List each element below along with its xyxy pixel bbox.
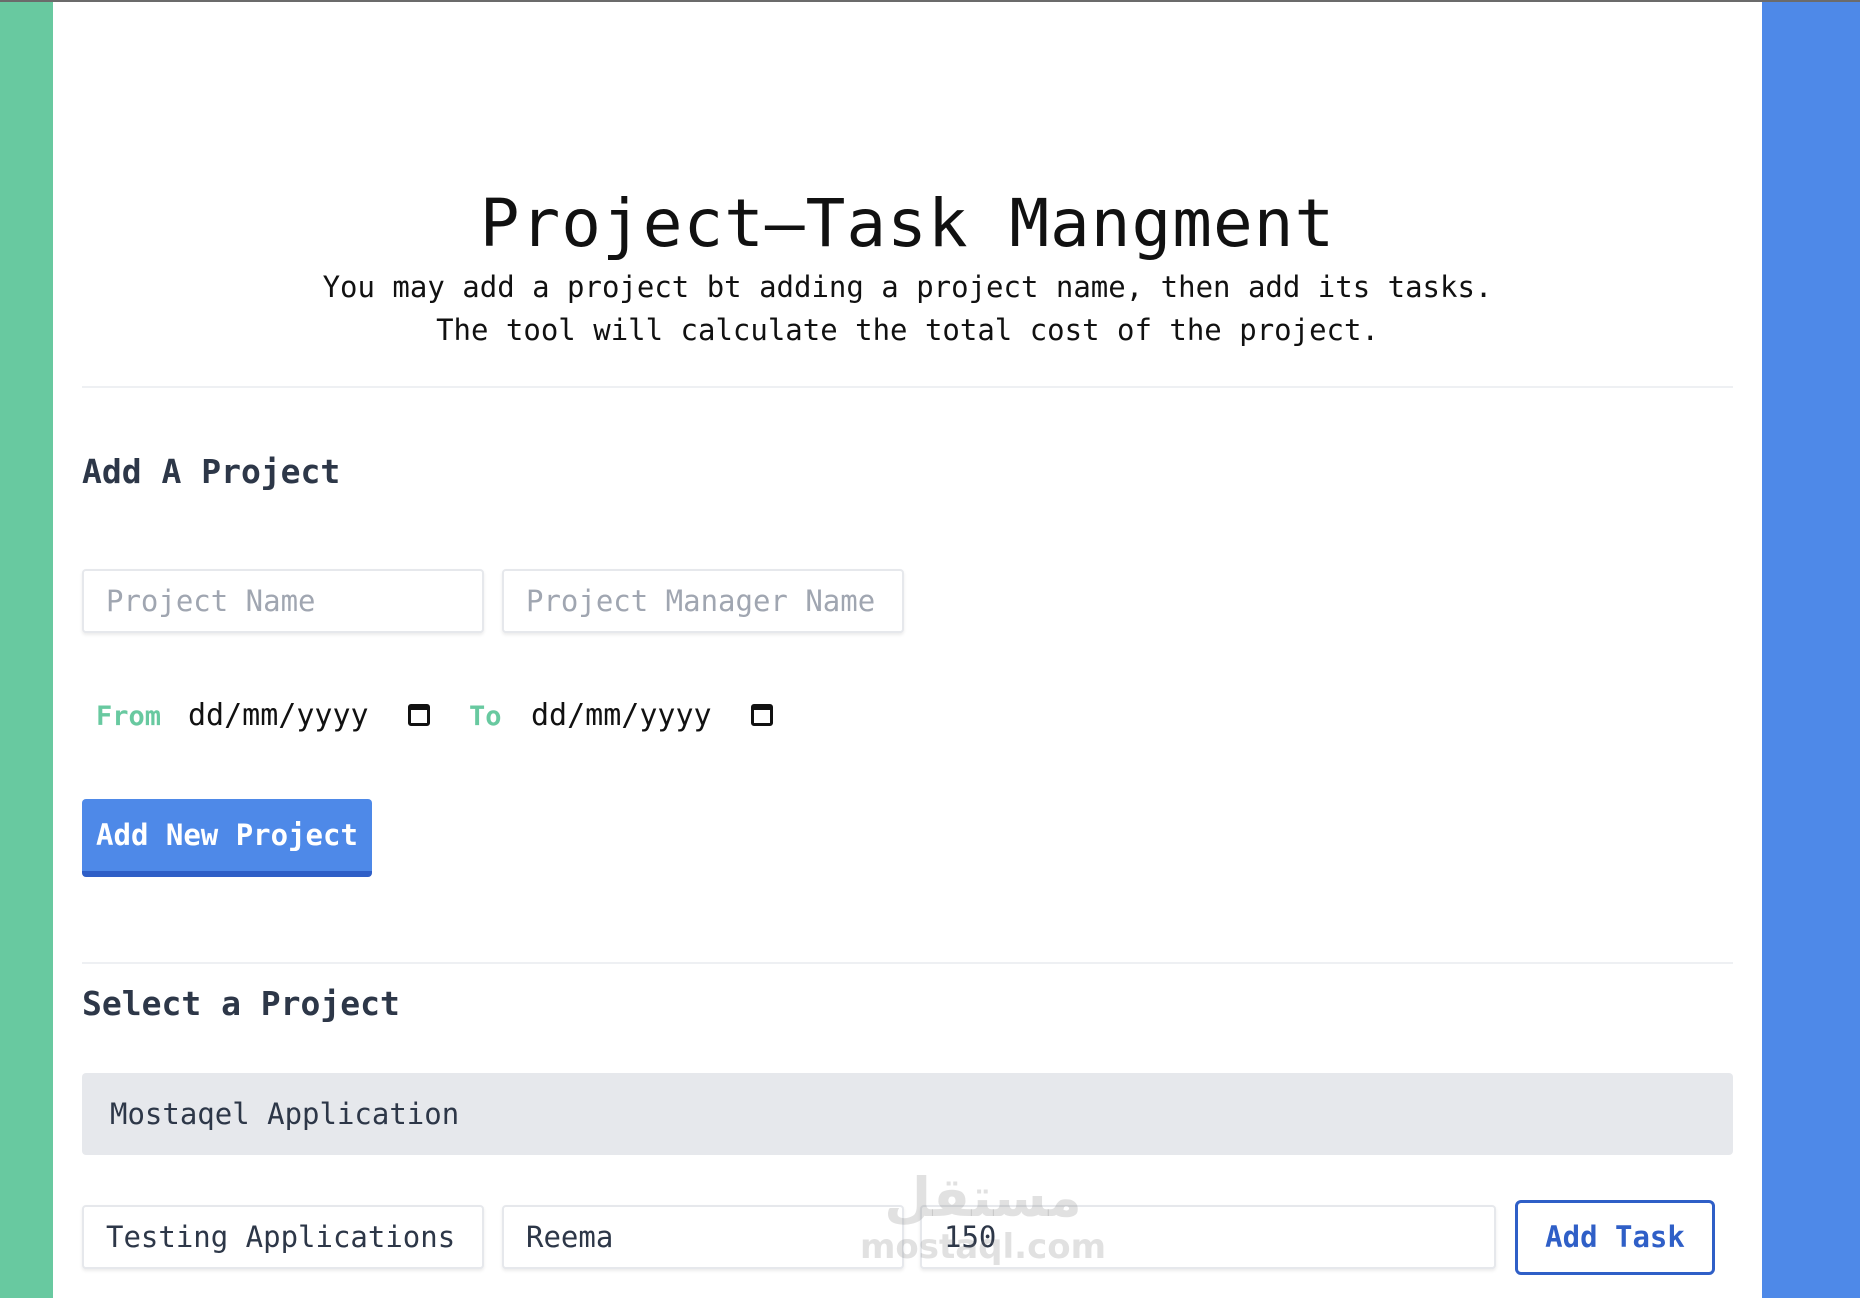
calendar-icon[interactable] <box>751 704 773 726</box>
divider <box>82 386 1733 388</box>
from-date-label: From <box>96 701 162 732</box>
project-select[interactable]: Mostaqel Application <box>82 1073 1733 1155</box>
page-description-line-1: You may add a project bt adding a projec… <box>322 270 1493 304</box>
task-cost-input[interactable] <box>920 1205 1496 1269</box>
page-title: Project–Task Mangment <box>479 185 1336 262</box>
project-name-input[interactable] <box>82 569 484 633</box>
to-date-label: To <box>469 701 502 732</box>
from-date-input[interactable]: dd/mm/yyyy <box>188 696 369 736</box>
calendar-icon[interactable] <box>408 704 430 726</box>
left-accent-bar <box>0 2 53 1298</box>
page-description-line-2: The tool will calculate the total cost o… <box>436 313 1379 347</box>
task-name-input[interactable] <box>82 1205 484 1269</box>
page-header: Project–Task Mangment You may add a proj… <box>82 182 1733 352</box>
main-content: Project–Task Mangment You may add a proj… <box>53 2 1762 1298</box>
task-assignee-input[interactable] <box>502 1205 904 1269</box>
project-manager-name-input[interactable] <box>502 569 904 633</box>
select-project-heading: Select a Project <box>82 984 400 1023</box>
add-new-project-button[interactable]: Add New Project <box>82 799 372 877</box>
right-accent-bar <box>1762 2 1860 1298</box>
add-task-button[interactable]: Add Task <box>1515 1200 1715 1275</box>
add-project-heading: Add A Project <box>82 452 341 491</box>
divider <box>82 962 1733 964</box>
to-date-input[interactable]: dd/mm/yyyy <box>531 696 712 736</box>
